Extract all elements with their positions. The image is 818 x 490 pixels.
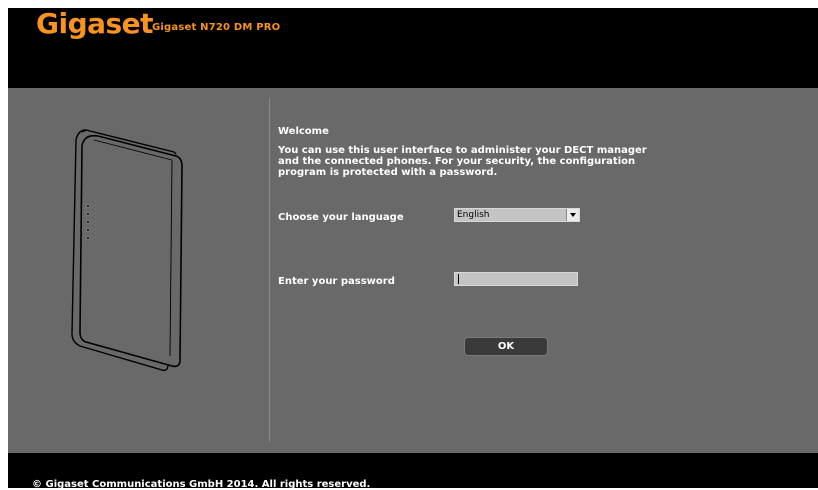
model-name: Gigaset N720 DM PRO — [152, 22, 281, 33]
language-select[interactable]: English — [454, 208, 580, 222]
device-illustration — [71, 129, 183, 372]
ok-button[interactable]: OK — [464, 337, 548, 356]
text-caret — [458, 274, 459, 284]
password-field[interactable] — [454, 272, 578, 286]
main-panel: Welcome You can use this user interface … — [8, 88, 818, 453]
page-frame: Gigaset Gigaset N720 DM PRO Welcome You … — [8, 7, 818, 490]
led-indicators — [86, 204, 90, 240]
language-label: Choose your language — [278, 212, 404, 223]
login-form: Welcome You can use this user interface … — [278, 88, 798, 453]
gigaset-logo: Gigaset — [36, 7, 154, 40]
welcome-title: Welcome — [278, 126, 329, 137]
welcome-text: You can use this user interface to admin… — [278, 145, 647, 178]
footer: © Gigaset Communications GmbH 2014. All … — [8, 453, 818, 490]
dropdown-arrow-icon[interactable] — [566, 209, 579, 221]
vertical-divider — [269, 98, 270, 442]
language-selected-value: English — [457, 210, 490, 220]
password-label: Enter your password — [278, 276, 395, 287]
header: Gigaset Gigaset N720 DM PRO — [8, 7, 818, 88]
copyright-text: © Gigaset Communications GmbH 2014. All … — [32, 479, 371, 490]
